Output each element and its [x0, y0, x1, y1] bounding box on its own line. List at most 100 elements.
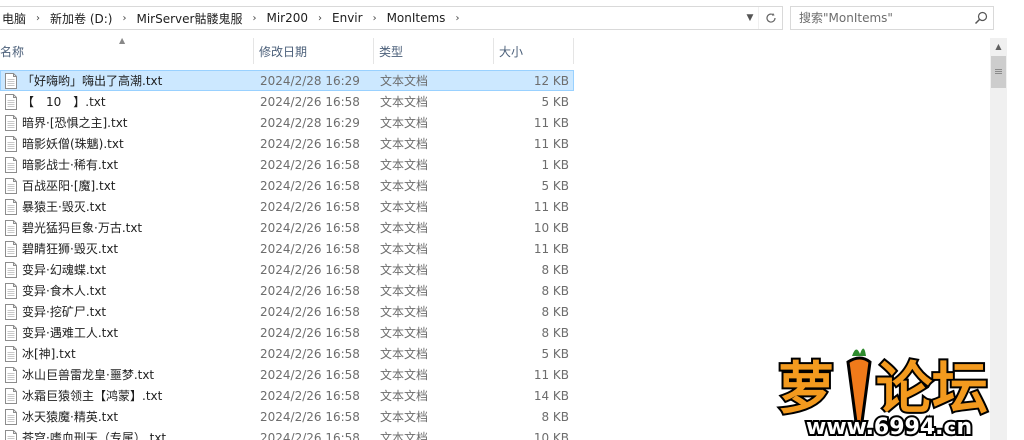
breadcrumb-chevron-icon[interactable]: › [365, 13, 385, 24]
file-date: 2024/2/28 16:29 [260, 115, 360, 130]
file-date: 2024/2/26 16:58 [260, 157, 360, 172]
file-row[interactable]: 暗界·[恐惧之主].txt 2024/2/28 16:29 文本文档 11 KB [0, 112, 574, 133]
file-row[interactable]: 【 10 】.txt 2024/2/26 16:58 文本文档 5 KB [0, 91, 574, 112]
file-size: 12 KB [533, 73, 569, 88]
file-type: 文本文档 [380, 284, 429, 298]
file-row[interactable]: 变异·食木人.txt 2024/2/26 16:58 文本文档 8 KB [0, 280, 574, 301]
column-header-size[interactable]: 大小 [494, 38, 574, 64]
breadcrumb-item[interactable]: Envir [330, 11, 365, 25]
file-size: 10 KB [533, 220, 569, 235]
file-name: 变异·食木人.txt [22, 284, 107, 298]
file-name-cell: 苍穹·嗜血刑天（专属）.txt [1, 429, 255, 440]
text-file-icon [5, 177, 17, 194]
breadcrumb-chevron-icon[interactable]: › [28, 13, 48, 24]
file-name: 暗界·[恐惧之主].txt [22, 116, 128, 130]
text-file-icon [5, 282, 17, 299]
file-name: 「好嗨哟」嗨出了高潮.txt [22, 74, 163, 88]
sort-ascending-icon: ▲ [119, 36, 126, 45]
breadcrumb-item[interactable]: 电脑 [0, 10, 28, 27]
file-type: 文本文档 [380, 242, 429, 256]
address-tools: ▼ [742, 7, 782, 29]
chevron-down-icon: ▼ [746, 13, 754, 23]
scroll-thumb[interactable] [991, 56, 1006, 88]
file-type: 文本文档 [380, 305, 429, 319]
file-date: 2024/2/26 16:58 [260, 325, 360, 340]
breadcrumb-chevron-icon[interactable]: › [447, 13, 467, 24]
file-name: 暗影妖僧(珠魑).txt [22, 137, 124, 151]
file-date: 2024/2/26 16:58 [260, 94, 360, 109]
file-name-cell: 「好嗨哟」嗨出了高潮.txt [1, 72, 255, 89]
file-size: 10 KB [533, 430, 569, 440]
file-type: 文本文档 [380, 200, 429, 214]
column-header-date[interactable]: 修改日期 [254, 38, 374, 64]
file-type: 文本文档 [380, 410, 429, 424]
file-name: 冰[神].txt [22, 347, 76, 361]
breadcrumb-chevron-icon[interactable]: › [244, 13, 264, 24]
file-type: 文本文档 [380, 368, 429, 382]
file-type: 文本文档 [380, 431, 429, 440]
breadcrumb-item[interactable]: MonItems [385, 11, 448, 25]
file-name-cell: 变异·挖矿尸.txt [1, 303, 255, 320]
file-row[interactable]: 暴猿王·毁灭.txt 2024/2/26 16:58 文本文档 11 KB [0, 196, 574, 217]
breadcrumb-item[interactable]: Mir200 [264, 11, 310, 25]
file-row[interactable]: 变异·挖矿尸.txt 2024/2/26 16:58 文本文档 8 KB [0, 301, 574, 322]
file-name-cell: 碧睛狂狮·毁灭.txt [1, 240, 255, 257]
search-box[interactable] [790, 6, 994, 30]
breadcrumb-chevron-icon[interactable]: › [114, 13, 134, 24]
file-row[interactable]: 碧睛狂狮·毁灭.txt 2024/2/26 16:58 文本文档 11 KB [0, 238, 574, 259]
file-date: 2024/2/26 16:58 [260, 430, 360, 440]
file-size: 8 KB [541, 325, 569, 340]
text-file-icon [5, 93, 17, 110]
column-header-name[interactable]: ▲ 名称 [0, 36, 254, 64]
file-size: 8 KB [541, 409, 569, 424]
file-date: 2024/2/28 16:29 [260, 73, 360, 88]
file-row[interactable]: 变异·幻魂蝶.txt 2024/2/26 16:58 文本文档 8 KB [0, 259, 574, 280]
file-row[interactable]: 冰霜巨猿领主【鸿蒙】.txt 2024/2/26 16:58 文本文档 14 KB [0, 385, 574, 406]
file-date: 2024/2/26 16:58 [260, 304, 360, 319]
breadcrumb-item[interactable]: 新加卷 (D:) [48, 10, 114, 27]
file-row[interactable]: 暗影战士·稀有.txt 2024/2/26 16:58 文本文档 1 KB [0, 154, 574, 175]
file-name-cell: 冰山巨兽雷龙皇·噩梦.txt [1, 366, 255, 383]
file-date: 2024/2/26 16:58 [260, 367, 360, 382]
file-row[interactable]: 百战巫阳·[魔].txt 2024/2/26 16:58 文本文档 5 KB [0, 175, 574, 196]
file-name: 冰霜巨猿领主【鸿蒙】.txt [22, 389, 163, 403]
address-bar[interactable]: 电脑 › 新加卷 (D:) › MirServer骷髅鬼服 › Mir200 › Envir › M… [0, 6, 783, 30]
file-name: 变异·遇难工人.txt [22, 326, 119, 340]
file-row[interactable]: 碧光猛犸巨象·万古.txt 2024/2/26 16:58 文本文档 10 KB [0, 217, 574, 238]
search-input[interactable] [791, 8, 971, 28]
file-type: 文本文档 [380, 74, 429, 88]
text-file-icon [5, 408, 17, 425]
file-row[interactable]: 变异·遇难工人.txt 2024/2/26 16:58 文本文档 8 KB [0, 322, 574, 343]
svg-text:论坛: 论坛 [876, 357, 988, 422]
text-file-icon [5, 114, 17, 131]
file-row[interactable]: 冰天猿魔·精英.txt 2024/2/26 16:58 文本文档 8 KB [0, 406, 574, 427]
text-file-icon [5, 156, 17, 173]
text-file-icon [5, 429, 17, 440]
file-size: 11 KB [533, 136, 569, 151]
address-history-dropdown[interactable]: ▼ [742, 7, 758, 29]
breadcrumb-item[interactable]: MirServer骷髅鬼服 [134, 10, 244, 27]
file-name: 苍穹·嗜血刑天（专属）.txt [22, 431, 167, 440]
file-row[interactable]: 暗影妖僧(珠魑).txt 2024/2/26 16:58 文本文档 11 KB [0, 133, 574, 154]
file-row[interactable]: 冰[神].txt 2024/2/26 16:58 文本文档 5 KB [0, 343, 574, 364]
refresh-button[interactable] [758, 7, 782, 29]
breadcrumb-chevron-icon[interactable]: › [310, 13, 330, 24]
file-name-cell: 【 10 】.txt [1, 93, 255, 110]
file-name-cell: 暗界·[恐惧之主].txt [1, 114, 255, 131]
thumb-grip [995, 69, 1002, 70]
file-row[interactable]: 苍穹·嗜血刑天（专属）.txt 2024/2/26 16:58 文本文档 10 KB [0, 427, 574, 440]
file-name: 冰天猿魔·精英.txt [22, 410, 119, 424]
file-name-cell: 变异·食木人.txt [1, 282, 255, 299]
file-row[interactable]: 冰山巨兽雷龙皇·噩梦.txt 2024/2/26 16:58 文本文档 11 KB [0, 364, 574, 385]
file-row[interactable]: 「好嗨哟」嗨出了高潮.txt 2024/2/28 16:29 文本文档 12 KB [0, 70, 574, 91]
text-file-icon [5, 345, 17, 362]
file-name: 暗影战士·稀有.txt [22, 158, 119, 172]
watermark-logo: 萝 论坛 www.6994.cn [776, 348, 990, 440]
file-size: 5 KB [541, 178, 569, 193]
scroll-up-button[interactable]: ▲ [990, 38, 1007, 55]
file-size: 11 KB [533, 115, 569, 130]
file-date: 2024/2/26 16:58 [260, 346, 360, 361]
search-icon[interactable] [973, 10, 989, 26]
file-type: 文本文档 [380, 221, 429, 235]
column-header-type[interactable]: 类型 [374, 38, 494, 64]
